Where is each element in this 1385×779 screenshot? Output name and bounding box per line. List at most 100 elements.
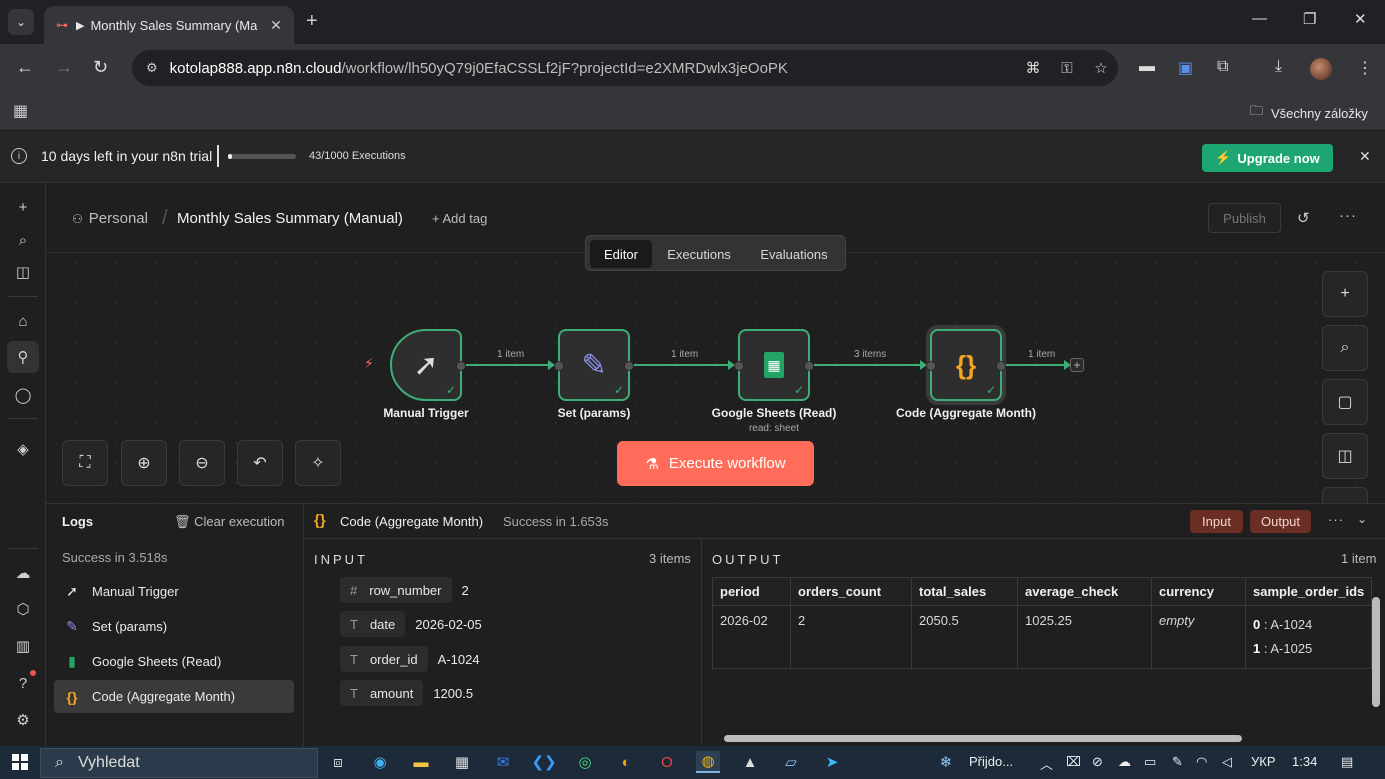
tray-display-icon[interactable]: ▭ (1144, 754, 1156, 770)
notes-icon[interactable]: ▱ (779, 751, 803, 773)
tab-executions[interactable]: Executions (656, 240, 742, 268)
tab-evaluations[interactable]: Evaluations (746, 240, 842, 268)
profile-avatar[interactable] (1310, 58, 1332, 80)
wifi-icon[interactable]: ◠ (1196, 754, 1207, 770)
omnibox[interactable]: ⚙ kotolap888.app.n8n.cloud/workflow/lh50… (132, 50, 1118, 86)
side-panel-icon[interactable]: ◫ (1322, 433, 1368, 479)
keyboard-language[interactable]: УКР (1251, 754, 1276, 769)
url-text[interactable]: kotolap888.app.n8n.cloud/workflow/lh50yQ… (170, 60, 1016, 77)
minimize-icon[interactable]: — (1252, 10, 1267, 27)
vscode-icon[interactable]: ❮❯ (531, 751, 556, 773)
mail-icon[interactable]: ✉ (491, 751, 515, 773)
tray-camera-icon[interactable]: ⌧ (1066, 754, 1081, 770)
workflow-canvas[interactable]: ⚡ ➚ ✓ 1 item ✎ ✓ 1 item ▦ ✓ 3 items {} ✓… (46, 253, 1385, 503)
tab-editor[interactable]: Editor (590, 240, 652, 268)
telegram-icon[interactable]: ➤ (820, 751, 844, 773)
output-toggle-button[interactable]: Output (1250, 510, 1311, 533)
personal-icon[interactable]: ⚲ (7, 341, 39, 373)
tray-muted-icon[interactable]: ⊘ (1092, 754, 1103, 770)
translate-icon[interactable]: ⌘ (1016, 59, 1050, 77)
log-item-google-sheets[interactable]: ▮ Google Sheets (Read) (54, 645, 294, 678)
node-google-sheets[interactable]: ▦ ✓ (734, 329, 814, 401)
reload-icon[interactable]: ↻ (93, 57, 108, 78)
more-options-icon[interactable]: ··· (1339, 207, 1357, 224)
windows-start-icon[interactable] (12, 754, 28, 770)
layers-icon[interactable]: ◈ (12, 438, 34, 460)
execute-workflow-button[interactable]: ⚗ Execute workflow (617, 441, 814, 486)
breadcrumb-personal[interactable]: ⚇ Personal (72, 210, 148, 227)
add-node-panel-icon[interactable]: + (1322, 271, 1368, 317)
node-set-params[interactable]: ✎ ✓ (554, 329, 634, 401)
collapse-chevron-icon[interactable]: ⌄ (1357, 512, 1367, 526)
file-explorer-icon[interactable]: ▬ (409, 751, 433, 773)
site-info-icon[interactable]: ⚙ (146, 60, 158, 76)
clear-execution-button[interactable]: 🗑 Clear execution (174, 514, 284, 530)
restore-icon[interactable]: ❐ (1303, 10, 1316, 28)
app-icon[interactable]: ◐ (614, 751, 638, 773)
input-toggle-button[interactable]: Input (1190, 510, 1243, 533)
close-tab-icon[interactable]: ✕ (264, 17, 288, 34)
extension-icon[interactable]: ▬ (1139, 58, 1155, 76)
forward-icon[interactable]: → (55, 57, 73, 78)
close-banner-icon[interactable]: ✕ (1359, 148, 1371, 165)
whatsapp-icon[interactable]: ◎ (573, 751, 597, 773)
sidebar-toggle-icon[interactable]: ◫ (12, 261, 34, 283)
search-icon[interactable]: ⌕ (12, 229, 34, 251)
sticky-note-icon[interactable]: ▢ (1322, 379, 1368, 425)
fit-view-icon[interactable]: ⛶ (62, 440, 108, 486)
tidy-up-icon[interactable]: ✧ (295, 440, 341, 486)
store-icon[interactable]: ▦ (450, 751, 474, 773)
tray-chevron-icon[interactable]: ︿ (1040, 754, 1053, 773)
weather-text[interactable]: Přijdo... (969, 754, 1013, 769)
log-item-manual-trigger[interactable]: ➚ Manual Trigger (54, 575, 294, 608)
add-node-icon[interactable]: + (1070, 358, 1084, 372)
add-icon[interactable]: + (12, 196, 34, 218)
log-item-set-params[interactable]: ✎ Set (params) (54, 610, 294, 643)
new-tab-icon[interactable]: + (306, 10, 318, 33)
tab-search-icon[interactable]: ⌄ (8, 9, 34, 35)
log-item-code-aggregate[interactable]: {} Code (Aggregate Month) (54, 680, 294, 713)
publish-button[interactable]: Publish (1208, 203, 1281, 233)
undo-icon[interactable]: ↶ (237, 440, 283, 486)
apps-grid-icon[interactable]: ▦ (13, 101, 28, 121)
extension-docs-icon[interactable]: ▣ (1178, 58, 1193, 78)
canvas-search-icon[interactable]: ⌕ (1322, 325, 1368, 371)
taskbar-search[interactable]: ⌕ Vyhledat (40, 748, 318, 778)
chat-icon[interactable]: ◯ (12, 384, 34, 406)
tray-pen-icon[interactable]: ✎ (1172, 754, 1183, 770)
app-dark-icon[interactable]: ▲ (738, 751, 762, 773)
edge-browser-icon[interactable]: ◉ (368, 751, 392, 773)
node-code-aggregate[interactable]: {} ✓ (926, 329, 1006, 401)
volume-icon[interactable]: ◁ (1222, 754, 1232, 770)
detail-more-icon[interactable]: ··· (1328, 512, 1344, 527)
back-icon[interactable]: ← (16, 57, 34, 78)
clock[interactable]: 1:34 (1292, 754, 1317, 769)
add-tag-link[interactable]: + Add tag (432, 211, 487, 226)
upgrade-button[interactable]: ⚡ Upgrade now (1202, 144, 1333, 172)
browser-tab-active[interactable]: ⊶ ▶ Monthly Sales Summary (Ma ✕ (44, 6, 294, 44)
cloud-icon[interactable]: ☁ (12, 562, 34, 584)
workflow-title[interactable]: Monthly Sales Summary (Manual) (177, 210, 403, 227)
chrome-icon[interactable]: ◍ (696, 751, 720, 773)
tray-cloud-icon[interactable]: ☁ (1118, 754, 1131, 770)
opera-icon[interactable]: O (655, 751, 679, 773)
close-window-icon[interactable]: ✕ (1354, 10, 1367, 28)
zoom-out-icon[interactable]: ⊖ (179, 440, 225, 486)
templates-icon[interactable]: ⬡ (12, 598, 34, 620)
notifications-icon[interactable]: ▤ (1341, 754, 1353, 770)
extensions-puzzle-icon[interactable]: ⧉ (1217, 58, 1228, 76)
history-icon[interactable]: ↺ (1297, 209, 1310, 227)
node-manual-trigger[interactable]: ➚ ✓ (390, 329, 466, 401)
bookmark-star-icon[interactable]: ☆ (1084, 59, 1118, 77)
horizontal-scrollbar[interactable] (710, 733, 1370, 743)
zoom-in-icon[interactable]: ⊕ (121, 440, 167, 486)
ai-assistant-icon[interactable] (1322, 487, 1368, 503)
settings-gear-icon[interactable]: ⚙ (12, 709, 34, 731)
browser-menu-icon[interactable]: ⋮ (1357, 58, 1373, 78)
key-icon[interactable]: ⚿ (1050, 60, 1084, 77)
insights-icon[interactable]: ▥ (12, 635, 34, 657)
task-view-icon[interactable]: ⧈ (326, 751, 350, 773)
vertical-scrollbar[interactable] (1370, 577, 1382, 727)
home-icon[interactable]: ⌂ (12, 310, 34, 332)
download-icon[interactable]: ⤓ (1275, 58, 1282, 76)
